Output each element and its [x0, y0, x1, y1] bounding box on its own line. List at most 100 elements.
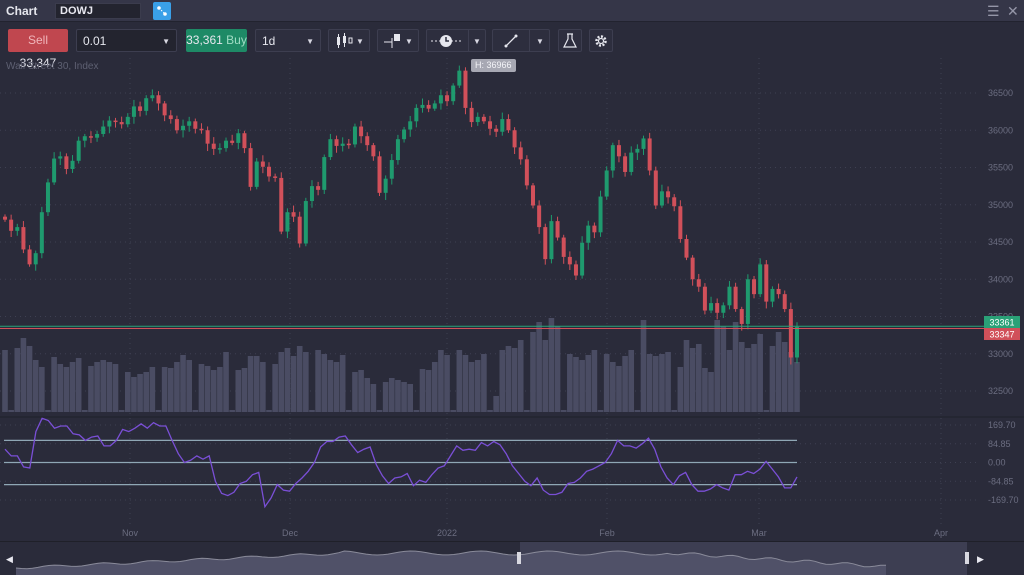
- volume-bar: [217, 367, 223, 412]
- candle-up: [438, 95, 443, 104]
- candle-up: [457, 70, 462, 86]
- volume-bar: [714, 320, 720, 412]
- volume-bar: [775, 332, 782, 412]
- navigator-overview[interactable]: [0, 542, 1024, 575]
- volume-bar: [689, 348, 696, 412]
- volume-bar: [82, 410, 88, 412]
- candle-down: [543, 227, 548, 260]
- volume-bar: [573, 357, 579, 412]
- candle-down: [752, 279, 757, 295]
- volume-bar: [192, 410, 199, 412]
- candle-up: [727, 286, 732, 306]
- candle-down: [371, 145, 376, 157]
- volume-bar: [364, 378, 371, 412]
- oscillator-tick-label: -84.85: [988, 476, 1014, 486]
- candle-down: [211, 143, 216, 149]
- candle-up: [254, 161, 259, 187]
- candle-up: [45, 182, 50, 213]
- candle-up: [340, 143, 345, 146]
- volume-bar: [260, 362, 266, 412]
- candle-up: [383, 178, 388, 193]
- volume-bar: [210, 370, 217, 412]
- oscillator-panel: 169.70 84.85 0.00 -84.85 -169.70: [0, 416, 1024, 509]
- volume-bar: [339, 355, 346, 412]
- volume-bar: [683, 340, 690, 412]
- oscillator-tick-label: 169.70: [988, 420, 1016, 430]
- volume-bar: [634, 410, 641, 412]
- candle-up: [309, 186, 314, 202]
- candle-down: [279, 177, 284, 232]
- volume-bar: [548, 318, 555, 412]
- volume-bar: [235, 370, 242, 412]
- volume-bar: [763, 410, 770, 412]
- candle-up: [629, 152, 634, 172]
- volume-bar: [51, 357, 57, 412]
- volume-bar: [456, 350, 463, 412]
- volume-bar: [186, 360, 192, 412]
- candle-up: [285, 212, 290, 232]
- candle-down: [666, 191, 671, 198]
- candle-up: [659, 191, 664, 206]
- candle-down: [512, 130, 517, 148]
- candle-down: [555, 221, 560, 238]
- volume-bar: [161, 367, 168, 412]
- candle-down: [653, 170, 658, 206]
- volume-bar: [2, 350, 8, 412]
- volume-bar: [223, 352, 229, 412]
- volume-bar: [511, 348, 518, 412]
- navigator-left-handle: [517, 552, 521, 564]
- candle-up: [598, 196, 603, 233]
- volume-bar: [32, 360, 39, 412]
- volume-bar: [100, 360, 107, 412]
- bid-ask-lines: 33361 33347: [0, 316, 1020, 340]
- volume-bar: [628, 350, 635, 412]
- volume-bar: [646, 354, 653, 412]
- volume-bar: [155, 410, 162, 412]
- candle-up: [101, 126, 106, 134]
- candle-up: [721, 305, 726, 313]
- candle-up: [795, 326, 799, 358]
- candle-up: [610, 145, 615, 171]
- volume-bar: [462, 355, 469, 412]
- volume-bar: [542, 340, 549, 412]
- candle-up: [328, 139, 333, 158]
- candle-down: [359, 126, 364, 137]
- candle-down: [616, 145, 621, 157]
- volume-bar: [14, 348, 21, 412]
- candle-up: [82, 136, 87, 141]
- volume-bar: [708, 372, 714, 412]
- candle-down: [205, 130, 210, 144]
- volume-bar: [278, 352, 285, 412]
- volume-bar: [517, 340, 524, 412]
- volume-bar: [149, 367, 156, 412]
- volume-bar: [450, 410, 456, 412]
- volume-bar: [358, 370, 364, 412]
- high-tooltip: H: 36966: [471, 59, 516, 72]
- volume-bar: [247, 356, 254, 412]
- scroll-right-arrow-icon[interactable]: ▶: [977, 554, 984, 565]
- candle-down: [788, 309, 793, 358]
- volume-bar: [204, 366, 211, 412]
- navigator[interactable]: ◀ ▶: [0, 541, 1024, 575]
- candle-up: [549, 221, 554, 260]
- candle-up: [500, 119, 505, 132]
- volume-bar: [671, 410, 678, 412]
- candle-down: [260, 161, 265, 167]
- volume-bar: [45, 410, 51, 412]
- volume-bar: [591, 350, 598, 412]
- time-tick-label: Nov: [122, 528, 139, 538]
- candle-down: [776, 288, 781, 295]
- candle-down: [193, 121, 198, 129]
- volume-bar: [493, 396, 499, 412]
- price-tick-label: 34000: [988, 274, 1013, 284]
- candle-down: [365, 136, 370, 146]
- candle-down: [334, 139, 339, 146]
- candle-up: [224, 140, 229, 149]
- volume-bar: [499, 350, 506, 412]
- candle-up: [432, 103, 437, 109]
- volume-bar: [579, 360, 585, 412]
- candle-down: [267, 166, 271, 177]
- price-chart[interactable]: 169.70 84.85 0.00 -84.85 -169.70 32500 33000 3…: [0, 0, 1024, 541]
- volume-bar: [296, 346, 303, 412]
- volume-bar: [143, 372, 150, 412]
